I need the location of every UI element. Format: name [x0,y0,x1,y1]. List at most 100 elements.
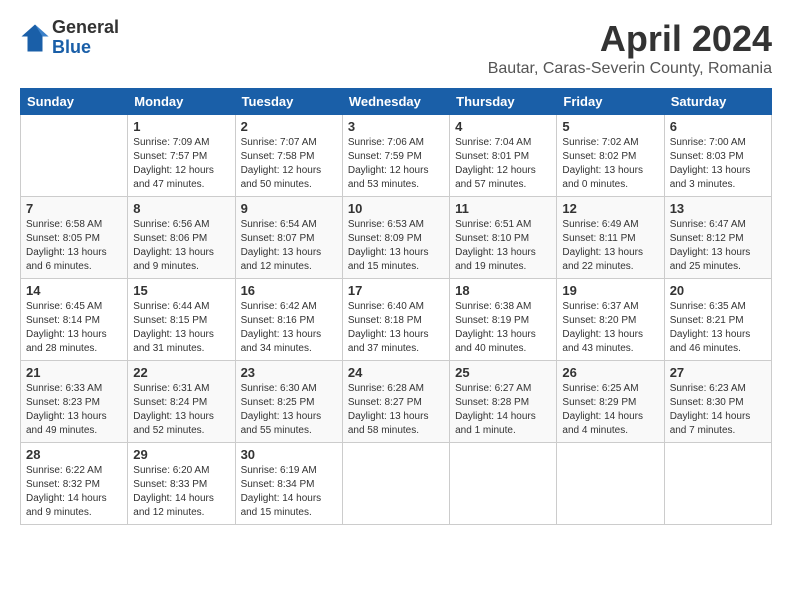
calendar-cell [557,443,664,525]
calendar-cell: 12Sunrise: 6:49 AM Sunset: 8:11 PM Dayli… [557,197,664,279]
main-title: April 2024 [488,18,772,60]
calendar-cell: 15 Sunrise: 6:44 AM Sunset: 8:15 PM Dayli… [128,279,235,361]
day-number: 14 [26,283,122,298]
day-number: 15 [133,283,229,298]
day-info: Sunrise: 6:28 AM Sunset: 8:27 PM Dayligh… [348,382,444,438]
day-info: Sunrise: 7:09 AM Sunset: 7:57 PM Dayligh… [133,136,229,192]
calendar-cell: 19Sunrise: 6:37 AM Sunset: 8:20 PM Dayli… [557,279,664,361]
day-info: Sunrise: 6:33 AM Sunset: 8:23 PM Dayligh… [26,382,122,438]
day-info: Sunrise: 6:42 AM Sunset: 8:16 PM Dayligh… [241,300,337,356]
day-info: Sunrise: 6:20 AM Sunset: 8:33 PM Dayligh… [133,464,229,520]
header: General Blue April 2024 Bautar, Caras-Se… [20,18,772,78]
day-number: 29 [133,447,229,462]
calendar-cell: 4Sunrise: 7:04 AM Sunset: 8:01 PM Daylig… [450,115,557,197]
cell-content: 16 Sunrise: 6:42 AM Sunset: 8:16 PM Dayli… [241,283,337,356]
day-info: Sunrise: 7:06 AM Sunset: 7:59 PM Dayligh… [348,136,444,192]
cell-content: 19Sunrise: 6:37 AM Sunset: 8:20 PM Dayli… [562,283,658,356]
day-number: 16 [241,283,337,298]
cell-content: 30 Sunrise: 6:19 AM Sunset: 8:34 PM Dayli… [241,447,337,520]
day-info: Sunrise: 6:27 AM Sunset: 8:28 PM Dayligh… [455,382,551,438]
cell-content: 29 Sunrise: 6:20 AM Sunset: 8:33 PM Dayli… [133,447,229,520]
calendar-week-5: 28Sunrise: 6:22 AM Sunset: 8:32 PM Dayli… [21,443,772,525]
cell-content: 22Sunrise: 6:31 AM Sunset: 8:24 PM Dayli… [133,365,229,438]
cell-content: 26Sunrise: 6:25 AM Sunset: 8:29 PM Dayli… [562,365,658,438]
day-number: 18 [455,283,551,298]
cell-content: 13 Sunrise: 6:47 AM Sunset: 8:12 PM Dayli… [670,201,766,274]
cell-content: 17Sunrise: 6:40 AM Sunset: 8:18 PM Dayli… [348,283,444,356]
day-info: Sunrise: 6:25 AM Sunset: 8:29 PM Dayligh… [562,382,658,438]
calendar-body: 1Sunrise: 7:09 AM Sunset: 7:57 PM Daylig… [21,115,772,525]
calendar-cell: 18 Sunrise: 6:38 AM Sunset: 8:19 PM Dayli… [450,279,557,361]
col-saturday: Saturday [664,89,771,115]
calendar-cell: 21 Sunrise: 6:33 AM Sunset: 8:23 PM Dayli… [21,361,128,443]
calendar-cell: 25Sunrise: 6:27 AM Sunset: 8:28 PM Dayli… [450,361,557,443]
calendar-header: Sunday Monday Tuesday Wednesday Thursday… [21,89,772,115]
calendar-cell: 14Sunrise: 6:45 AM Sunset: 8:14 PM Dayli… [21,279,128,361]
calendar-cell: 11 Sunrise: 6:51 AM Sunset: 8:10 PM Dayli… [450,197,557,279]
cell-content: 5Sunrise: 7:02 AM Sunset: 8:02 PM Daylig… [562,119,658,192]
calendar-cell: 22Sunrise: 6:31 AM Sunset: 8:24 PM Dayli… [128,361,235,443]
cell-content: 8 Sunrise: 6:56 AM Sunset: 8:06 PM Daylig… [133,201,229,274]
calendar-cell: 8 Sunrise: 6:56 AM Sunset: 8:06 PM Daylig… [128,197,235,279]
day-info: Sunrise: 7:07 AM Sunset: 7:58 PM Dayligh… [241,136,337,192]
day-info: Sunrise: 6:54 AM Sunset: 8:07 PM Dayligh… [241,218,337,274]
day-number: 3 [348,119,444,134]
day-info: Sunrise: 6:19 AM Sunset: 8:34 PM Dayligh… [241,464,337,520]
calendar-cell: 17Sunrise: 6:40 AM Sunset: 8:18 PM Dayli… [342,279,449,361]
cell-content: 3 Sunrise: 7:06 AM Sunset: 7:59 PM Daylig… [348,119,444,192]
day-number: 7 [26,201,122,216]
day-number: 6 [670,119,766,134]
cell-content: 10 Sunrise: 6:53 AM Sunset: 8:09 PM Dayli… [348,201,444,274]
logo-icon [20,23,50,53]
cell-content: 21 Sunrise: 6:33 AM Sunset: 8:23 PM Dayli… [26,365,122,438]
calendar-cell [664,443,771,525]
col-monday: Monday [128,89,235,115]
calendar-week-1: 1Sunrise: 7:09 AM Sunset: 7:57 PM Daylig… [21,115,772,197]
day-number: 9 [241,201,337,216]
day-info: Sunrise: 6:35 AM Sunset: 8:21 PM Dayligh… [670,300,766,356]
logo-general-text: General [52,18,119,38]
calendar-cell: 13 Sunrise: 6:47 AM Sunset: 8:12 PM Dayli… [664,197,771,279]
day-info: Sunrise: 6:58 AM Sunset: 8:05 PM Dayligh… [26,218,122,274]
cell-content: 11 Sunrise: 6:51 AM Sunset: 8:10 PM Dayli… [455,201,551,274]
col-tuesday: Tuesday [235,89,342,115]
cell-content: 12Sunrise: 6:49 AM Sunset: 8:11 PM Dayli… [562,201,658,274]
day-number: 27 [670,365,766,380]
day-number: 10 [348,201,444,216]
calendar-cell: 27Sunrise: 6:23 AM Sunset: 8:30 PM Dayli… [664,361,771,443]
calendar-cell: 7 Sunrise: 6:58 AM Sunset: 8:05 PM Daylig… [21,197,128,279]
day-info: Sunrise: 7:00 AM Sunset: 8:03 PM Dayligh… [670,136,766,192]
calendar-cell: 1Sunrise: 7:09 AM Sunset: 7:57 PM Daylig… [128,115,235,197]
day-info: Sunrise: 6:38 AM Sunset: 8:19 PM Dayligh… [455,300,551,356]
day-number: 24 [348,365,444,380]
calendar-cell: 20 Sunrise: 6:35 AM Sunset: 8:21 PM Dayli… [664,279,771,361]
day-number: 17 [348,283,444,298]
day-number: 8 [133,201,229,216]
day-number: 5 [562,119,658,134]
col-sunday: Sunday [21,89,128,115]
calendar-cell: 30 Sunrise: 6:19 AM Sunset: 8:34 PM Dayli… [235,443,342,525]
day-number: 30 [241,447,337,462]
cell-content: 4Sunrise: 7:04 AM Sunset: 8:01 PM Daylig… [455,119,551,192]
day-number: 20 [670,283,766,298]
day-info: Sunrise: 6:37 AM Sunset: 8:20 PM Dayligh… [562,300,658,356]
calendar-cell [342,443,449,525]
day-number: 13 [670,201,766,216]
day-info: Sunrise: 6:56 AM Sunset: 8:06 PM Dayligh… [133,218,229,274]
day-number: 11 [455,201,551,216]
day-number: 21 [26,365,122,380]
day-info: Sunrise: 6:53 AM Sunset: 8:09 PM Dayligh… [348,218,444,274]
calendar-cell: 28Sunrise: 6:22 AM Sunset: 8:32 PM Dayli… [21,443,128,525]
calendar-week-2: 7 Sunrise: 6:58 AM Sunset: 8:05 PM Daylig… [21,197,772,279]
cell-content: 2Sunrise: 7:07 AM Sunset: 7:58 PM Daylig… [241,119,337,192]
day-number: 12 [562,201,658,216]
day-info: Sunrise: 6:47 AM Sunset: 8:12 PM Dayligh… [670,218,766,274]
day-info: Sunrise: 6:44 AM Sunset: 8:15 PM Dayligh… [133,300,229,356]
cell-content: 6 Sunrise: 7:00 AM Sunset: 8:03 PM Daylig… [670,119,766,192]
calendar-cell: 5Sunrise: 7:02 AM Sunset: 8:02 PM Daylig… [557,115,664,197]
day-info: Sunrise: 6:30 AM Sunset: 8:25 PM Dayligh… [241,382,337,438]
cell-content: 28Sunrise: 6:22 AM Sunset: 8:32 PM Dayli… [26,447,122,520]
day-info: Sunrise: 6:51 AM Sunset: 8:10 PM Dayligh… [455,218,551,274]
cell-content: 18 Sunrise: 6:38 AM Sunset: 8:19 PM Dayli… [455,283,551,356]
cell-content: 23Sunrise: 6:30 AM Sunset: 8:25 PM Dayli… [241,365,337,438]
